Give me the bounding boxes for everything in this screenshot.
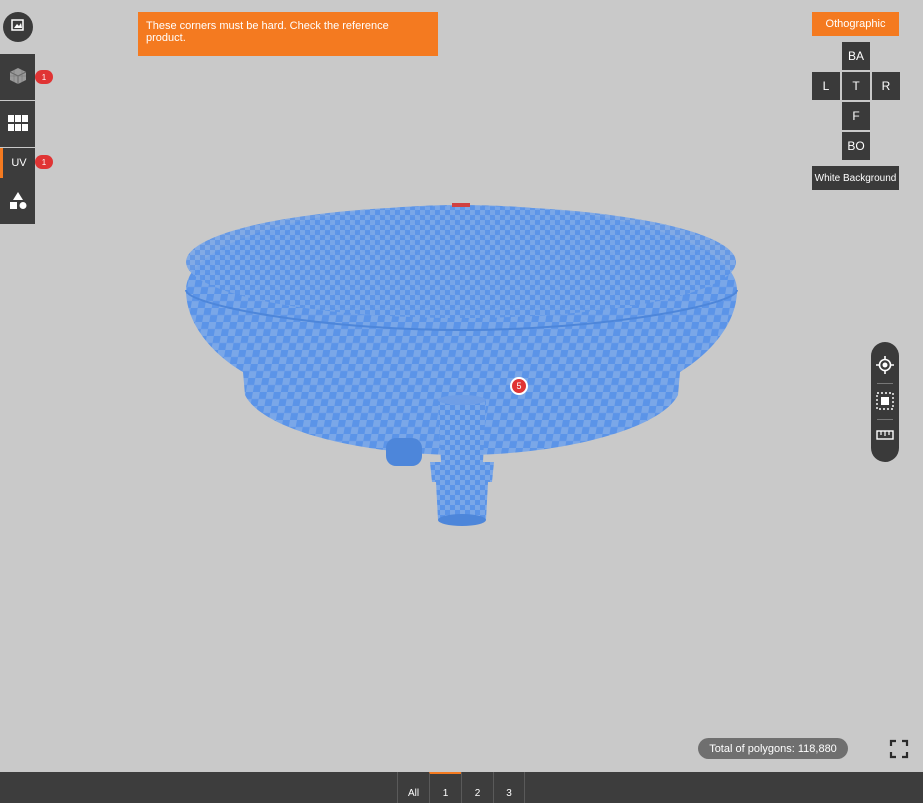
mesh-cube-icon [8, 66, 28, 89]
grid-icon [7, 114, 28, 134]
fullscreen-icon[interactable] [889, 739, 909, 759]
view-back-button[interactable]: BA [842, 42, 870, 70]
view-bottom-button[interactable]: BO [842, 132, 870, 160]
gallery-icon [11, 18, 25, 37]
tool-divider [877, 419, 893, 420]
white-background-button[interactable]: White Background [812, 166, 899, 190]
right-tool-strip [871, 342, 899, 462]
tool-divider [877, 383, 893, 384]
tab-3[interactable]: 3 [493, 772, 525, 803]
uv-label: UV [11, 157, 27, 169]
uv-button[interactable]: UV [0, 148, 35, 178]
3d-viewport[interactable]: 5 [0, 0, 923, 772]
mesh-button[interactable] [0, 54, 35, 100]
annotation-marker[interactable]: 5 [510, 377, 528, 395]
orthographic-toggle[interactable]: Othographic [812, 12, 899, 36]
grid-button[interactable] [0, 101, 35, 147]
tab-2[interactable]: 2 [461, 772, 493, 803]
gallery-button[interactable] [3, 12, 33, 42]
view-top-button[interactable]: T [842, 72, 870, 100]
view-right-button[interactable]: R [872, 72, 900, 100]
polygon-count: Total of polygons: 118,880 [698, 738, 848, 759]
locate-icon[interactable] [875, 355, 895, 375]
view-left-button[interactable]: L [812, 72, 840, 100]
view-front-button[interactable]: F [842, 102, 870, 130]
tab-all[interactable]: All [397, 772, 429, 803]
tab-1[interactable]: 1 [429, 772, 461, 803]
bottom-tab-bar: All 1 2 3 [0, 772, 923, 803]
shapes-icon [8, 191, 28, 212]
ruler-icon[interactable] [875, 425, 895, 445]
shapes-button[interactable] [0, 178, 35, 224]
mesh-badge: 1 [35, 70, 53, 84]
uv-checker-mesh [185, 203, 738, 526]
annotation-note: These corners must be hard. Check the re… [138, 12, 438, 56]
frame-select-icon[interactable] [875, 391, 895, 411]
uv-badge: 1 [35, 155, 53, 169]
